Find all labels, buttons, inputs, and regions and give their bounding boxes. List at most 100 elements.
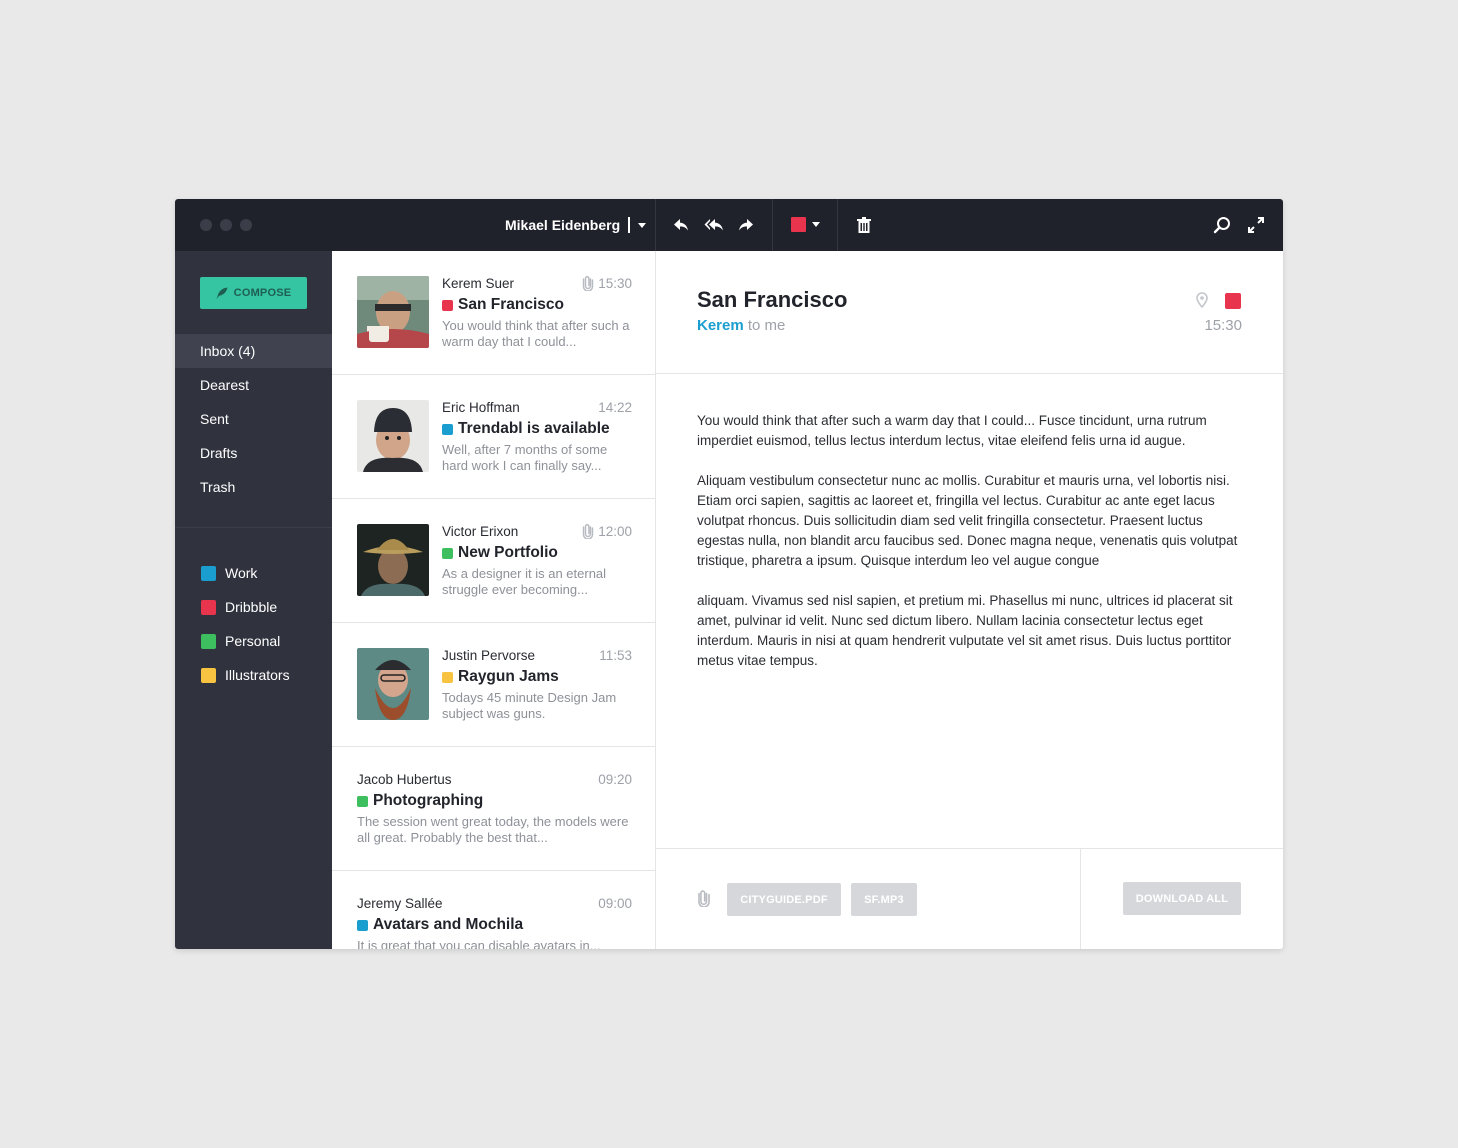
label-color-swatch [442,423,453,435]
reply-all-icon[interactable] [702,213,726,237]
message-preview: You would think that after such a warm d… [442,318,630,349]
message-sender: Eric Hoffman [442,399,520,415]
message-sender: Jacob Hubertus [357,771,452,787]
attachment-cityguide-pdf[interactable]: CITYGUIDE.PDF [727,883,841,916]
label-name: Dribbble [225,599,278,615]
nav-item-drafts[interactable]: Drafts [175,436,332,470]
message-item[interactable]: Kerem Suer 15:30 San Francisco You would… [332,251,655,375]
text-cursor [628,217,631,233]
location-pin-icon[interactable] [1196,292,1208,313]
footer-divider [1080,849,1081,949]
label-item-dribbble[interactable]: Dribbble [175,590,332,624]
maximize-window-button[interactable] [240,219,252,231]
search-icon[interactable] [1210,213,1234,237]
message-item[interactable]: Victor Erixon 12:00 New Portfolio As a d… [332,499,655,623]
compose-button[interactable]: COMPOSE [200,277,307,309]
avatar [357,648,429,720]
attachment-icon [582,276,594,291]
compose-label: COMPOSE [233,287,292,299]
message-sender: Kerem Suer [442,275,515,291]
reading-pane: San Francisco Kerem to me 15:30 You woul… [656,251,1283,949]
message-item[interactable]: Eric Hoffman 14:22 Trendabl is available… [332,375,655,499]
toolbar-divider [772,199,773,251]
message-subject: Photographing [373,792,484,809]
reply-icon[interactable] [669,213,693,237]
sidebar-divider [175,527,332,528]
message-sender: Justin Pervorse [442,647,536,663]
label-color-swatch [442,299,453,311]
label-color-swatch [357,919,368,931]
body-paragraph: aliquam. Vivamus sed nisl sapien, et pre… [697,593,1233,668]
forward-icon[interactable] [734,213,758,237]
label-color-swatch [201,633,216,649]
nav-item-dearest[interactable]: Dearest [175,368,332,402]
label-list: Work Dribbble Personal Illustrators [175,556,332,692]
close-window-button[interactable] [200,219,212,231]
flag-color-icon[interactable] [1225,293,1241,309]
label-color-swatch [442,547,453,559]
body-paragraph: Aliquam vestibulum consectetur nunc ac m… [697,473,1238,568]
fullscreen-icon[interactable] [1244,213,1268,237]
label-item-illustrators[interactable]: Illustrators [175,658,332,692]
message-subject: New Portfolio [458,544,558,561]
label-color-swatch [201,565,216,581]
sender-link[interactable]: Kerem [697,317,744,334]
message-from: Kerem to me [697,317,785,334]
label-color-swatch [442,671,453,683]
attachment-sf-mp3[interactable]: SF.MP3 [851,883,917,916]
avatar [357,276,429,348]
download-all-button[interactable]: DOWNLOAD ALL [1123,882,1241,915]
body-paragraph: You would think that after such a warm d… [697,413,1207,448]
flag-color-icon [791,217,806,232]
message-time: 09:00 [598,895,632,911]
folder-nav: Inbox (4) Dearest Sent Drafts Trash [175,334,332,504]
message-time: 15:30 [1204,317,1242,334]
nav-item-sent[interactable]: Sent [175,402,332,436]
label-item-work[interactable]: Work [175,556,332,590]
feather-icon [216,287,228,299]
message-item[interactable]: Jeremy Sallée 09:00 Avatars and Mochila … [332,871,655,949]
nav-item-inbox[interactable]: Inbox (4) [175,334,332,368]
sidebar: COMPOSE Inbox (4) Dearest Sent Drafts Tr… [175,251,332,949]
nav-item-trash[interactable]: Trash [175,470,332,504]
message-subject: Avatars and Mochila [373,916,524,933]
message-item[interactable]: Jacob Hubertus 09:20 Photographing The s… [332,747,655,871]
label-name: Work [225,565,258,581]
message-time: 09:20 [598,771,632,787]
account-switcher[interactable]: Mikael Eidenberg [505,199,647,251]
message-list: Kerem Suer 15:30 San Francisco You would… [332,251,656,949]
label-color-swatch [357,795,368,807]
message-body: You would think that after such a warm d… [697,411,1242,691]
label-color-swatch [201,667,216,683]
recipient-text: to me [747,317,786,334]
message-subject: Trendabl is available [458,420,610,437]
chevron-down-icon [638,222,647,228]
avatar [357,400,429,472]
minimize-window-button[interactable] [220,219,232,231]
mail-window: Mikael Eidenberg COMPOSE Inbox (4) Deare… [175,199,1283,949]
message-preview: Well, after 7 months of some hard work I… [442,442,608,473]
message-preview: Todays 45 minute Design Jam subject was … [442,690,617,721]
label-name: Illustrators [225,667,290,683]
account-name: Mikael Eidenberg [505,217,621,233]
message-sender: Jeremy Sallée [357,895,443,911]
message-time: 15:30 [598,275,632,291]
message-preview: It is great that you can disable avatars… [357,938,601,949]
label-color-swatch [201,599,216,615]
message-subject: San Francisco [458,296,564,313]
message-time: 14:22 [598,399,632,415]
message-item[interactable]: Justin Pervorse 11:53 Raygun Jams Todays… [332,623,655,747]
message-header: San Francisco Kerem to me 15:30 [656,251,1283,374]
message-preview: As a designer it is an eternal struggle … [442,566,607,597]
trash-icon[interactable] [852,213,876,237]
attachment-icon [697,889,711,912]
message-title: San Francisco [697,287,848,312]
chevron-down-icon [812,222,820,227]
label-name: Personal [225,633,281,649]
message-sender: Victor Erixon [442,523,519,539]
message-preview: The session went great today, the models… [357,814,629,845]
label-item-personal[interactable]: Personal [175,624,332,658]
message-time: 11:53 [599,647,632,663]
flag-color-picker[interactable] [791,217,820,232]
toolbar: Mikael Eidenberg [175,199,1283,251]
